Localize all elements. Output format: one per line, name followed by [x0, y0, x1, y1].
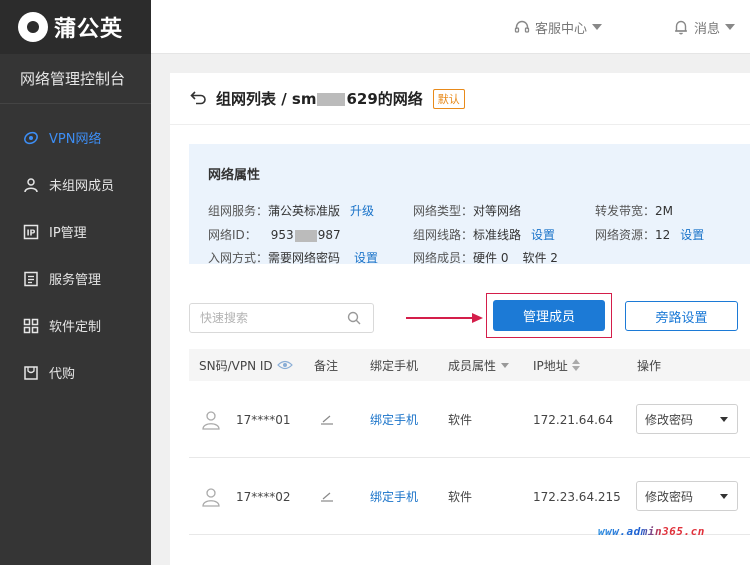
search-box [189, 303, 374, 333]
sidebar-item-unjoined-members[interactable]: 未组网成员 [0, 161, 151, 208]
edit-remark-icon[interactable] [320, 381, 334, 458]
table-header: SN码/VPN ID 备注 绑定手机 成员属性 IP地址 操作 [189, 349, 750, 381]
sidebar-item-label: 代购 [49, 367, 76, 382]
page-header: 组网列表 / sm 629的网络 默认 [170, 73, 750, 125]
sidebar-item-vpn-network[interactable]: VPN网络 [0, 114, 151, 161]
row-ip: 172.21.64.64 [533, 412, 614, 427]
dandelion-logo-icon [18, 12, 48, 42]
console-title: 网络管理控制台 [0, 54, 151, 104]
list-icon [22, 270, 40, 288]
user-avatar-icon [202, 381, 220, 458]
bind-phone-link[interactable]: 绑定手机 [370, 381, 418, 458]
sidebar: 蒲公英 网络管理控制台 VPN网络 未组网成员 IP IP管理 服务管理 软件定… [0, 0, 151, 565]
sidebar-item-service-management[interactable]: 服务管理 [0, 255, 151, 302]
dropdown-caret-icon [720, 494, 728, 499]
sidebar-item-label: IP管理 [49, 226, 87, 241]
cart-icon [22, 364, 40, 382]
join-settings-link[interactable]: 设置 [354, 251, 378, 265]
attr-resources: 网络资源：12 设置 [595, 228, 705, 242]
user-avatar-icon [202, 458, 220, 535]
sidebar-item-label: 软件定制 [49, 320, 102, 335]
row-ip: 172.23.64.215 [533, 489, 621, 504]
messages-menu[interactable]: 消息 [673, 0, 736, 54]
change-password-select[interactable]: 修改密码 [636, 404, 738, 434]
annotation-arrow-head [472, 313, 483, 323]
line-settings-link[interactable]: 设置 [531, 228, 555, 242]
grid-icon [22, 317, 40, 335]
filter-caret-icon [501, 362, 510, 368]
edit-remark-icon[interactable] [320, 458, 334, 535]
bell-icon [675, 20, 687, 35]
column-header-bind-phone: 绑定手机 [370, 358, 419, 373]
watermark-text: www.admin365.cn [598, 525, 705, 538]
dropdown-caret-icon [720, 417, 728, 422]
manage-members-button[interactable]: 管理成员 [493, 300, 605, 331]
ip-icon: IP [22, 223, 40, 241]
attr-join-method: 入网方式：需要网络密码 设置 [208, 251, 379, 265]
annotation-arrow-line [406, 317, 474, 319]
headset-icon [514, 20, 530, 33]
attributes-title: 网络属性 [208, 168, 261, 183]
page-title: 组网列表 / sm 629的网络 [216, 90, 423, 108]
main-content: 组网列表 / sm 629的网络 默认 网络属性 组网服务：蒲公英标准版 升级 网络… [170, 73, 750, 565]
logo[interactable]: 蒲公英 [0, 0, 151, 54]
row-member-type: 软件 [448, 490, 473, 504]
network-attributes-card: 网络属性 组网服务：蒲公英标准版 升级 网络类型：对等网络 转发带宽：2M 网络I… [189, 144, 750, 265]
back-arrow-icon[interactable] [190, 89, 208, 109]
column-header-sn: SN码/VPN ID [199, 349, 293, 381]
svg-text:IP: IP [27, 228, 36, 237]
sidebar-item-ip-management[interactable]: IP IP管理 [0, 208, 151, 255]
column-header-action: 操作 [637, 358, 662, 373]
globe-icon [22, 129, 40, 147]
watermark: www.admin365.cn [598, 525, 705, 538]
default-badge: 默认 [432, 88, 465, 109]
row-sn: 17****01 [236, 412, 291, 427]
column-header-ip[interactable]: IP地址 [533, 349, 580, 381]
redacted-text [317, 93, 346, 106]
messages-label: 消息 [694, 21, 721, 37]
resource-settings-link[interactable]: 设置 [680, 228, 704, 242]
sidebar-item-label: 未组网成员 [49, 179, 115, 194]
change-password-select[interactable]: 修改密码 [636, 481, 738, 511]
search-icon[interactable] [347, 311, 361, 325]
support-center-label: 客服中心 [535, 21, 588, 37]
attr-network-id: 网络ID： 953 987 [208, 228, 341, 242]
redacted-text [294, 229, 317, 242]
attr-bandwidth: 转发带宽：2M [595, 204, 674, 218]
bind-phone-link[interactable]: 绑定手机 [370, 458, 418, 535]
eye-icon[interactable] [276, 360, 293, 370]
logo-text: 蒲公英 [54, 17, 124, 42]
bypass-settings-button[interactable]: 旁路设置 [625, 301, 738, 331]
attr-service: 组网服务：蒲公英标准版 升级 [208, 204, 375, 218]
chevron-down-icon [592, 24, 603, 30]
sort-icon [571, 359, 580, 371]
column-header-remark: 备注 [314, 358, 339, 373]
sidebar-item-label: VPN网络 [49, 132, 102, 147]
attr-line: 组网线路：标准线路 设置 [413, 228, 556, 242]
support-center-menu[interactable]: 客服中心 [514, 0, 603, 54]
row-sn: 17****02 [236, 489, 291, 504]
table-row: 17****02 绑定手机 软件 172.23.64.215 修改密码 [189, 458, 750, 535]
attr-network-type: 网络类型：对等网络 [413, 204, 522, 218]
sidebar-nav: VPN网络 未组网成员 IP IP管理 服务管理 软件定制 代购 [0, 104, 151, 396]
sidebar-item-software-custom[interactable]: 软件定制 [0, 302, 151, 349]
sidebar-item-label: 服务管理 [49, 273, 102, 288]
table-row: 17****01 绑定手机 软件 172.21.64.64 修改密码 [189, 381, 750, 458]
row-member-type: 软件 [448, 413, 473, 427]
topbar: 客服中心 消息 [151, 0, 750, 54]
upgrade-link[interactable]: 升级 [350, 204, 374, 218]
sidebar-item-purchase[interactable]: 代购 [0, 349, 151, 396]
attr-members: 网络成员：硬件 0 软件 2 [413, 251, 558, 265]
search-input[interactable] [200, 311, 340, 325]
user-icon [22, 176, 40, 194]
chevron-down-icon [725, 24, 736, 30]
column-header-member-type[interactable]: 成员属性 [448, 349, 510, 381]
